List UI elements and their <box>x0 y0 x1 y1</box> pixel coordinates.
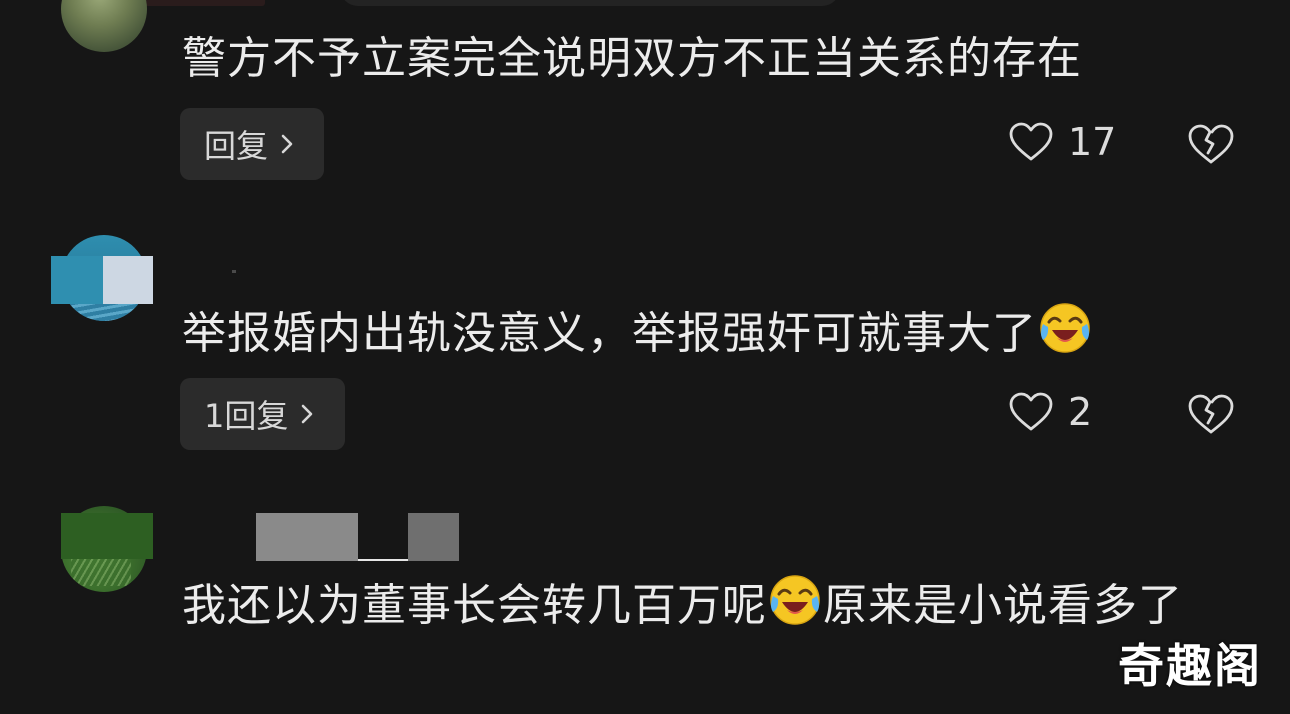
broken-heart-icon[interactable] <box>1186 122 1236 166</box>
laughing-crying-emoji-icon <box>770 575 820 625</box>
comment-text: 我还以为董事长会转几百万呢 原来是小说看多了 <box>182 572 1212 638</box>
top-tag-fragment <box>145 0 265 6</box>
censor-block <box>51 256 103 304</box>
reply-button[interactable]: 回复 <box>180 108 324 180</box>
like-count: 17 <box>1068 120 1117 164</box>
like-button[interactable]: 17 <box>1008 120 1116 164</box>
heart-icon <box>1009 392 1053 431</box>
reply-label: 1回复 <box>204 397 289 435</box>
username-fragment <box>232 270 236 273</box>
censor-line <box>358 559 408 561</box>
comment-feed: 警方不予立案完全说明双方不正当关系的存在 回复 17 举报婚内出轨没意义，举报强… <box>0 0 1290 714</box>
chevron-right-icon <box>281 134 293 154</box>
comment-text-content: 举报婚内出轨没意义，举报强奸可就事大了 <box>182 308 1037 359</box>
censor-block <box>358 513 408 559</box>
heart-icon <box>1009 122 1053 161</box>
like-button[interactable]: 2 <box>1008 390 1092 434</box>
reply-label: 回复 <box>204 127 269 165</box>
reply-button[interactable]: 1回复 <box>180 378 345 450</box>
watermark: 奇趣阁 <box>1118 639 1262 693</box>
comment-text: 举报婚内出轨没意义，举报强奸可就事大了 <box>182 300 1093 362</box>
laughing-crying-emoji-icon <box>1040 303 1090 353</box>
censor-block <box>61 513 153 559</box>
censor-block <box>408 513 459 561</box>
comment-text-part-1: 我还以为董事长会转几百万呢 <box>182 580 767 631</box>
chevron-right-icon <box>302 404 313 424</box>
comment-text-part-2: 原来是小说看多了 <box>823 580 1183 631</box>
top-bar-fragment <box>340 0 840 6</box>
broken-heart-icon[interactable] <box>1186 392 1236 436</box>
censor-block <box>103 256 153 304</box>
censor-block <box>256 513 358 561</box>
comment-text: 警方不予立案完全说明双方不正当关系的存在 <box>182 33 1082 84</box>
avatar[interactable] <box>61 0 147 52</box>
like-count: 2 <box>1068 390 1093 434</box>
